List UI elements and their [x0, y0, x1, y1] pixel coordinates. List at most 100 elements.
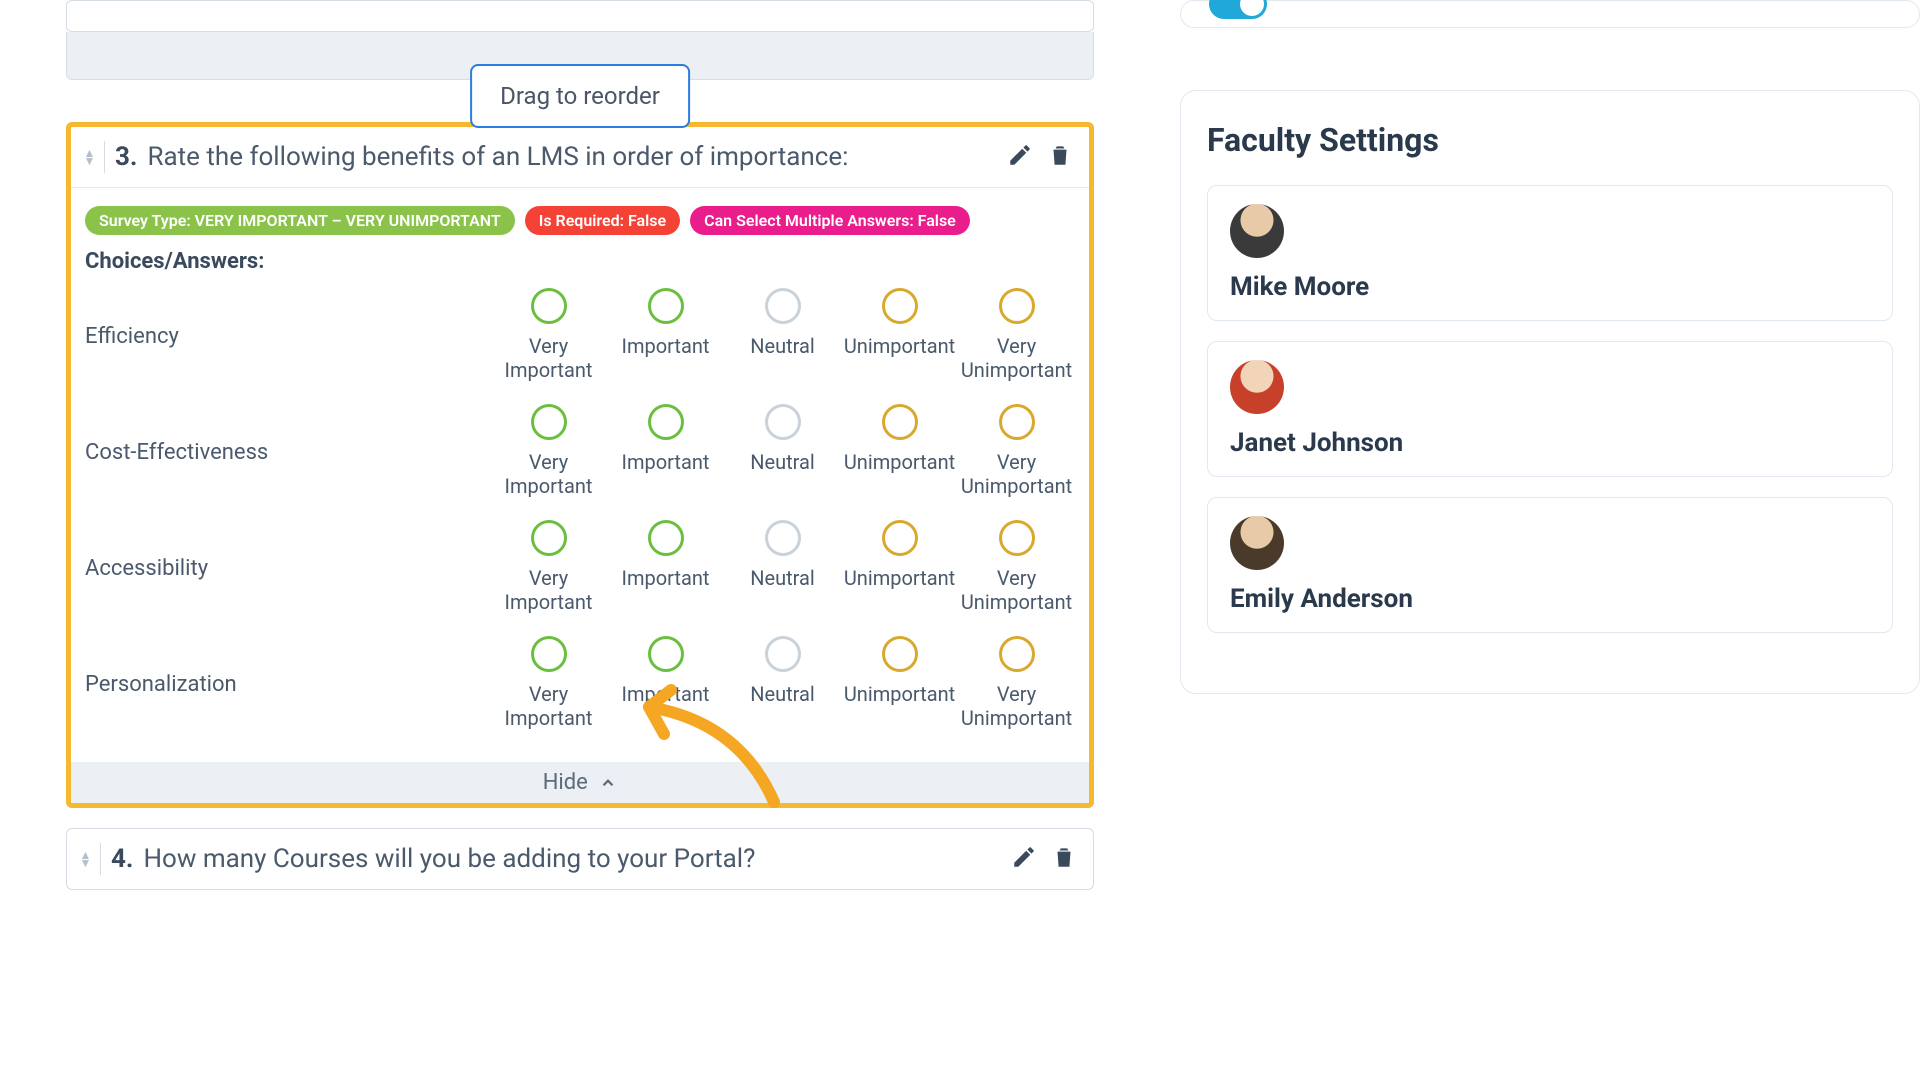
rating-option[interactable]: Important: [607, 636, 724, 730]
rating-option-label: Neutral: [724, 334, 841, 358]
matrix-row: PersonalizationVeryImportantImportantNeu…: [85, 636, 1075, 730]
radio-circle-icon: [999, 404, 1035, 440]
rating-option-label: Important: [607, 334, 724, 358]
edit-icon[interactable]: [1011, 844, 1037, 874]
rating-option-label: Neutral: [724, 566, 841, 590]
radio-circle-icon: [765, 404, 801, 440]
rating-option-label: VeryImportant: [490, 566, 607, 614]
hide-button[interactable]: Hide: [71, 762, 1089, 803]
rating-option[interactable]: Unimportant: [841, 636, 958, 730]
faculty-card[interactable]: Emily Anderson: [1207, 497, 1893, 633]
rating-option-label: Unimportant: [841, 566, 958, 590]
radio-circle-icon: [882, 520, 918, 556]
radio-circle-icon: [999, 520, 1035, 556]
reorder-handle-icon[interactable]: ▲▼: [81, 141, 105, 173]
faculty-settings-panel: Faculty Settings Mike Moore Janet Johnson…: [1180, 90, 1920, 694]
toggle-panel: [1180, 0, 1920, 28]
radio-circle-icon: [531, 288, 567, 324]
delete-icon[interactable]: [1047, 142, 1073, 172]
question-card-4[interactable]: ▲▼ 4. How many Courses will you be addin…: [66, 828, 1094, 890]
radio-circle-icon: [531, 404, 567, 440]
question-text: Rate the following benefits of an LMS in…: [147, 142, 1007, 172]
rating-option-label: VeryUnimportant: [958, 682, 1075, 730]
radio-circle-icon: [765, 288, 801, 324]
faculty-name: Emily Anderson: [1230, 584, 1870, 614]
choices-heading: Choices/Answers:: [85, 249, 1075, 274]
rating-option[interactable]: Neutral: [724, 404, 841, 498]
radio-circle-icon: [882, 404, 918, 440]
rating-option-label: Unimportant: [841, 682, 958, 706]
radio-circle-icon: [882, 636, 918, 672]
faculty-settings-title: Faculty Settings: [1207, 121, 1893, 159]
rating-option[interactable]: VeryUnimportant: [958, 520, 1075, 614]
radio-circle-icon: [648, 288, 684, 324]
matrix-row: EfficiencyVeryImportantImportantNeutralU…: [85, 288, 1075, 382]
drag-reorder-tooltip: Drag to reorder: [470, 64, 690, 128]
faculty-name: Janet Johnson: [1230, 428, 1870, 458]
radio-circle-icon: [531, 520, 567, 556]
rating-option[interactable]: VeryImportant: [490, 404, 607, 498]
faculty-name: Mike Moore: [1230, 272, 1870, 302]
rating-option-label: VeryUnimportant: [958, 450, 1075, 498]
radio-circle-icon: [999, 288, 1035, 324]
rating-option-label: Important: [607, 566, 724, 590]
matrix-grid: EfficiencyVeryImportantImportantNeutralU…: [85, 288, 1075, 730]
faculty-card[interactable]: Mike Moore: [1207, 185, 1893, 321]
badge-survey-type: Survey Type: VERY IMPORTANT – VERY UNIMP…: [85, 206, 515, 235]
rating-option[interactable]: VeryUnimportant: [958, 636, 1075, 730]
rating-option[interactable]: Unimportant: [841, 520, 958, 614]
chevron-up-icon: [599, 774, 617, 792]
radio-circle-icon: [999, 636, 1035, 672]
matrix-row: AccessibilityVeryImportantImportantNeutr…: [85, 520, 1075, 614]
rating-option-label: Unimportant: [841, 334, 958, 358]
rating-option-label: Neutral: [724, 682, 841, 706]
edit-icon[interactable]: [1007, 142, 1033, 172]
rating-option[interactable]: VeryUnimportant: [958, 404, 1075, 498]
rating-option[interactable]: Important: [607, 288, 724, 382]
rating-option-label: Neutral: [724, 450, 841, 474]
radio-circle-icon: [531, 636, 567, 672]
radio-circle-icon: [648, 404, 684, 440]
rating-option-label: VeryUnimportant: [958, 566, 1075, 614]
rating-option[interactable]: Unimportant: [841, 288, 958, 382]
toggle-switch[interactable]: [1209, 0, 1267, 19]
rating-option-label: Unimportant: [841, 450, 958, 474]
avatar: [1230, 204, 1284, 258]
matrix-row: Cost-EffectivenessVeryImportantImportant…: [85, 404, 1075, 498]
delete-icon[interactable]: [1051, 844, 1077, 874]
matrix-row-label: Efficiency: [85, 288, 490, 349]
rating-option-label: Important: [607, 450, 724, 474]
radio-circle-icon: [765, 520, 801, 556]
question-number: 4.: [111, 844, 133, 874]
rating-option[interactable]: Neutral: [724, 520, 841, 614]
radio-circle-icon: [648, 636, 684, 672]
rating-option[interactable]: VeryImportant: [490, 288, 607, 382]
radio-circle-icon: [882, 288, 918, 324]
question-text: How many Courses will you be adding to y…: [143, 844, 1011, 874]
badge-required: Is Required: False: [525, 206, 680, 235]
rating-option[interactable]: VeryImportant: [490, 636, 607, 730]
matrix-row-label: Personalization: [85, 636, 490, 697]
previous-question-card: [66, 0, 1094, 32]
rating-option[interactable]: Unimportant: [841, 404, 958, 498]
question-number: 3.: [115, 142, 137, 172]
rating-option[interactable]: VeryUnimportant: [958, 288, 1075, 382]
rating-option-label: VeryImportant: [490, 334, 607, 382]
rating-option-label: VeryImportant: [490, 450, 607, 498]
faculty-card[interactable]: Janet Johnson: [1207, 341, 1893, 477]
rating-option[interactable]: Important: [607, 404, 724, 498]
question-header: ▲▼ 3. Rate the following benefits of an …: [71, 127, 1089, 188]
reorder-handle-icon[interactable]: ▲▼: [77, 843, 101, 875]
badge-multiple: Can Select Multiple Answers: False: [690, 206, 970, 235]
rating-option[interactable]: Important: [607, 520, 724, 614]
rating-option-label: Important: [607, 682, 724, 706]
rating-option-label: VeryImportant: [490, 682, 607, 730]
rating-option[interactable]: VeryImportant: [490, 520, 607, 614]
matrix-row-label: Accessibility: [85, 520, 490, 581]
radio-circle-icon: [648, 520, 684, 556]
previous-question-footer: Drag to reorder: [66, 32, 1094, 80]
rating-option[interactable]: Neutral: [724, 636, 841, 730]
rating-option[interactable]: Neutral: [724, 288, 841, 382]
question-card-3[interactable]: ▲▼ 3. Rate the following benefits of an …: [66, 122, 1094, 808]
avatar: [1230, 516, 1284, 570]
